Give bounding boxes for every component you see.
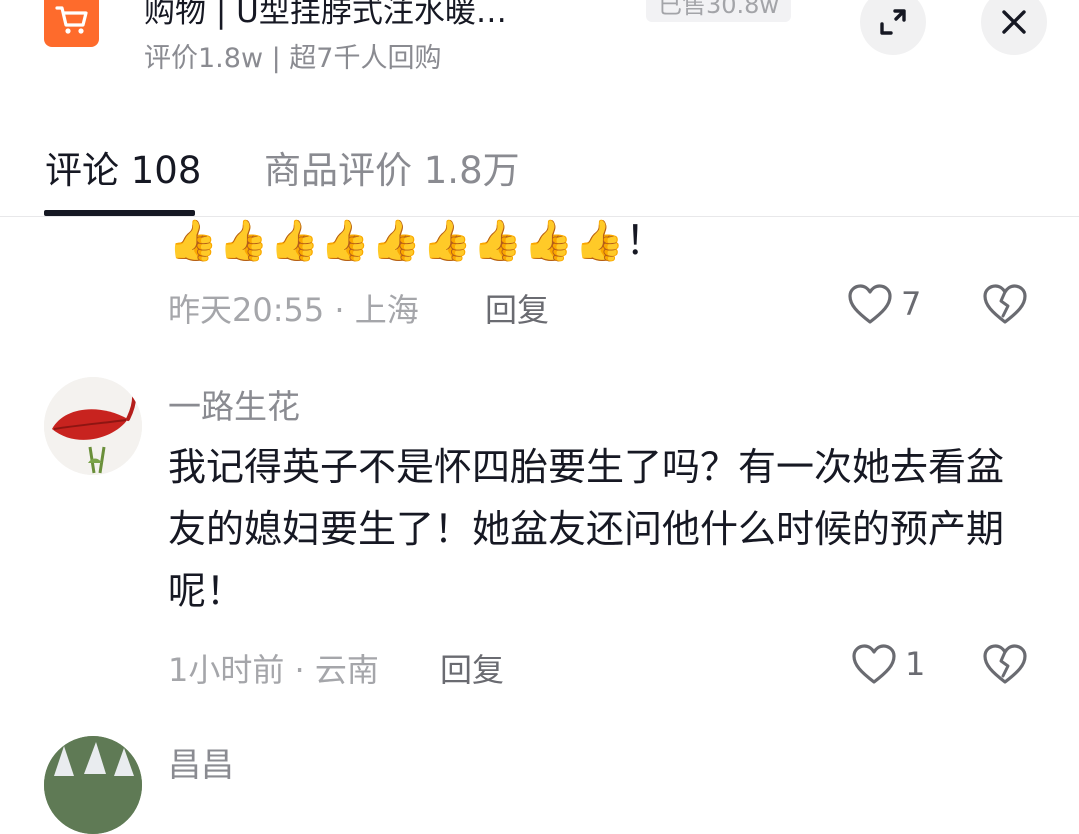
like-button[interactable]: 7 bbox=[847, 283, 921, 325]
heart-icon bbox=[848, 284, 892, 324]
product-title[interactable]: 购物 | U型挂脖式注水暖… bbox=[144, 0, 614, 31]
comment-text: 👍👍👍👍👍👍👍👍👍！ bbox=[168, 218, 667, 264]
avatar[interactable] bbox=[44, 736, 142, 834]
avatar-image bbox=[44, 736, 142, 834]
avatar[interactable] bbox=[44, 377, 142, 475]
dislike-button[interactable] bbox=[982, 283, 1028, 329]
tab-product-reviews[interactable]: 商品评价 1.8万 bbox=[264, 140, 520, 194]
close-button[interactable] bbox=[981, 0, 1047, 55]
shop-cart-badge[interactable] bbox=[44, 0, 99, 47]
expand-icon bbox=[880, 9, 906, 35]
comment-username[interactable]: 一路生花 bbox=[168, 380, 300, 428]
broken-heart-icon bbox=[983, 644, 1027, 684]
reply-button[interactable]: 回复 bbox=[440, 645, 504, 691]
dislike-button[interactable] bbox=[982, 643, 1028, 689]
like-count: 1 bbox=[905, 645, 926, 683]
product-rating-summary: 评价1.8w | 超7千人回购 bbox=[144, 43, 442, 74]
avatar-image bbox=[44, 377, 142, 475]
heart-icon bbox=[852, 644, 896, 684]
sold-count-badge: 已售30.8w bbox=[646, 0, 792, 22]
comment-time-location: 昨天20:55 · 上海 bbox=[168, 291, 419, 329]
like-count: 7 bbox=[901, 285, 922, 323]
tab-comments[interactable]: 评论 108 bbox=[45, 140, 201, 194]
comment-time-location: 1小时前 · 云南 bbox=[168, 651, 379, 689]
tabs-divider bbox=[0, 216, 1079, 217]
shopping-cart-icon bbox=[54, 5, 88, 34]
comment-text: 我记得英子不是怀四胎要生了吗？有一次她去看盆友的媳妇要生了！她盆友还问他什么时候… bbox=[168, 445, 1005, 613]
expand-button[interactable] bbox=[860, 0, 926, 55]
broken-heart-icon bbox=[983, 284, 1027, 324]
close-icon bbox=[1002, 10, 1026, 34]
comment-username[interactable]: 昌昌 bbox=[168, 738, 234, 786]
like-button[interactable]: 1 bbox=[851, 643, 925, 685]
reply-button[interactable]: 回复 bbox=[485, 285, 549, 331]
